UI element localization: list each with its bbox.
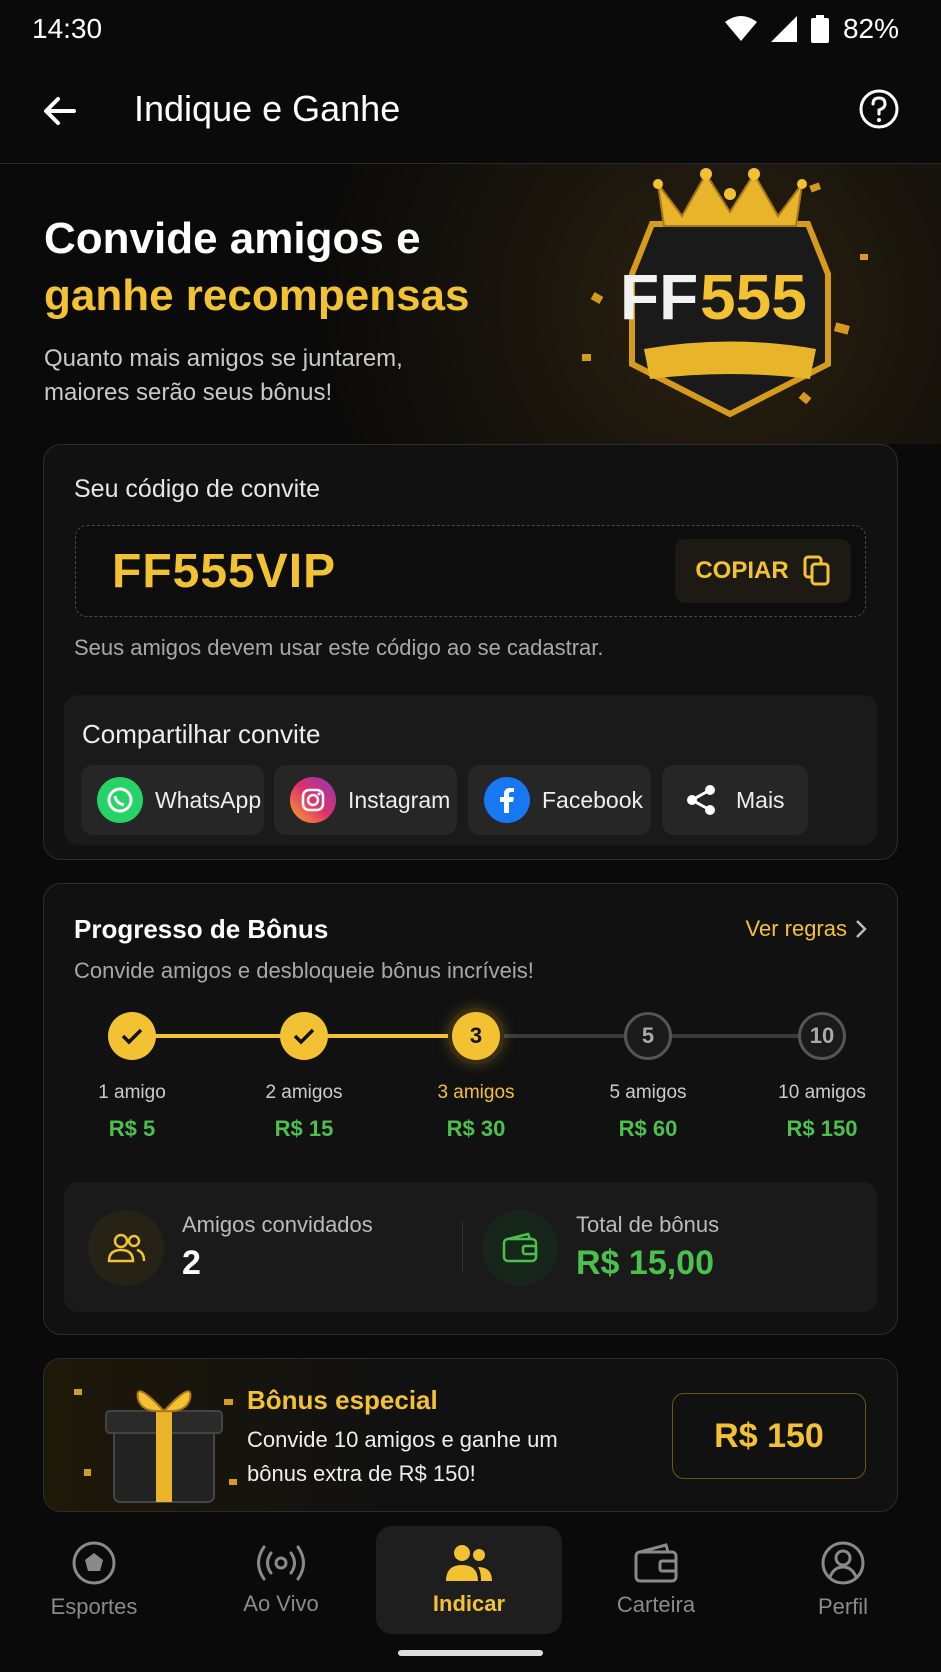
nav-indicar[interactable]: Indicar [376,1526,562,1634]
nav-ao-vivo[interactable]: Ao Vivo [188,1526,374,1634]
invite-code-hint: Seus amigos devem usar este código ao se… [74,635,604,660]
total-bonus-label: Total de bônus [576,1212,720,1237]
copy-label: COPIAR [695,557,789,584]
copy-button[interactable]: COPIAR [675,539,851,603]
step-node-10: 10 [798,1012,846,1060]
stats-divider [462,1222,463,1272]
friends-invited-value: 2 [182,1244,201,1282]
share-more-label: Mais [736,786,785,813]
special-bonus-description: Convide 10 amigos e ganhe um bônus extra… [247,1427,558,1486]
step-reward: R$ 60 [618,1116,678,1141]
view-rules-link[interactable]: Ver regras [746,916,868,942]
invite-code-label: Seu código de convite [74,475,321,503]
step-node-2 [280,1012,328,1060]
share-whatsapp-label: WhatsApp [155,786,262,813]
step-reward: R$ 15 [274,1116,334,1141]
soccer-ball-icon [72,1541,116,1585]
facebook-icon [484,777,530,823]
stats-panel: Amigos convidados 2 Total de bônus R$ 15… [64,1182,877,1312]
check-icon [121,1028,143,1045]
step-reward: R$ 150 [786,1116,858,1141]
hero-banner: Convide amigos e ganhe recompensas Quant… [0,164,941,444]
step-label: 10 amigos [778,1082,866,1103]
wallet-icon [634,1543,678,1583]
hero-subtitle: Quanto mais amigos se juntarem, maiores … [44,345,403,406]
users-icon [88,1210,164,1286]
instagram-icon [290,777,336,823]
step-label: 3 amigos [437,1082,515,1103]
nav-esportes[interactable]: Esportes [1,1526,187,1634]
share-instagram-button[interactable]: Instagram [274,765,457,835]
wifi-icon [724,16,757,41]
step-node-1 [108,1012,156,1060]
check-icon [293,1028,315,1045]
step-reward: R$ 30 [446,1116,506,1141]
bonus-progress-card: Progresso de Bônus Ver regras Convide am… [43,883,898,1335]
invite-code-value: FF555VIP [112,545,337,598]
battery-icon [810,15,829,43]
chevron-right-icon [856,920,867,938]
hero-title-line2: ganhe recompensas [44,271,470,320]
back-arrow-icon[interactable] [40,91,80,131]
special-bonus-title: Bônus especial [247,1385,438,1415]
invite-code-box: FF555VIP COPIAR [75,525,866,617]
hero-title-line1: Convide amigos e [44,214,421,263]
nav-label: Indicar [432,1591,506,1616]
invite-code-card: Seu código de convite FF555VIP COPIAR Se… [43,444,898,860]
share-instagram-label: Instagram [348,786,451,813]
nav-perfil[interactable]: Perfil [750,1526,936,1634]
step-node-3: 3 [452,1012,500,1060]
share-more-button[interactable]: Mais [662,765,808,835]
progress-subtitle: Convide amigos e desbloqueie bônus incrí… [74,958,534,983]
nav-carteira[interactable]: Carteira [563,1526,749,1634]
share-title: Compartilhar convite [82,719,321,749]
page-title: Indique e Ganhe [134,88,401,129]
step-node-5: 5 [624,1012,672,1060]
step-label: 5 amigos [609,1082,687,1103]
users-icon [446,1545,492,1581]
view-rules-label: Ver regras [745,916,848,941]
share-facebook-label: Facebook [542,786,644,813]
step-label: 1 amigo [98,1082,166,1103]
signal-icon [770,16,797,42]
copy-icon [803,555,830,586]
status-icons: 82% [724,13,899,45]
special-bonus-amount: R$ 150 [672,1393,866,1479]
share-panel: Compartilhar convite WhatsApp Instagram … [64,695,877,845]
app-header: Indique e Ganhe [0,58,941,164]
broadcast-icon [257,1545,305,1581]
progress-title: Progresso de Bônus [74,914,329,944]
nav-label: Esportes [50,1594,138,1619]
status-time: 14:30 [32,13,103,44]
step-reward: R$ 5 [108,1116,156,1141]
home-indicator[interactable] [398,1650,543,1656]
gift-box-icon [74,1389,237,1503]
share-whatsapp-button[interactable]: WhatsApp [81,765,264,835]
profile-icon [821,1541,865,1585]
friends-invited-label: Amigos convidados [182,1212,373,1237]
status-bar: 14:30 82% [0,0,941,58]
nav-label: Perfil [817,1594,869,1619]
wallet-icon [482,1210,558,1286]
battery-percent: 82% [842,13,899,44]
nav-label: Ao Vivo [243,1591,319,1616]
logo-text-555: 555 [700,261,807,333]
ff555-crown-logo: FF 555 [582,168,868,418]
special-bonus-card[interactable]: Bônus especial Convide 10 amigos e ganhe… [43,1358,898,1512]
share-facebook-button[interactable]: Facebook [468,765,651,835]
total-bonus-value: R$ 15,00 [576,1244,714,1282]
logo-text-ff: FF [620,261,698,333]
nav-label: Carteira [616,1592,696,1617]
share-icon [678,777,724,823]
help-icon[interactable] [858,88,900,130]
step-label: 2 amigos [265,1082,343,1103]
whatsapp-icon [97,777,143,823]
